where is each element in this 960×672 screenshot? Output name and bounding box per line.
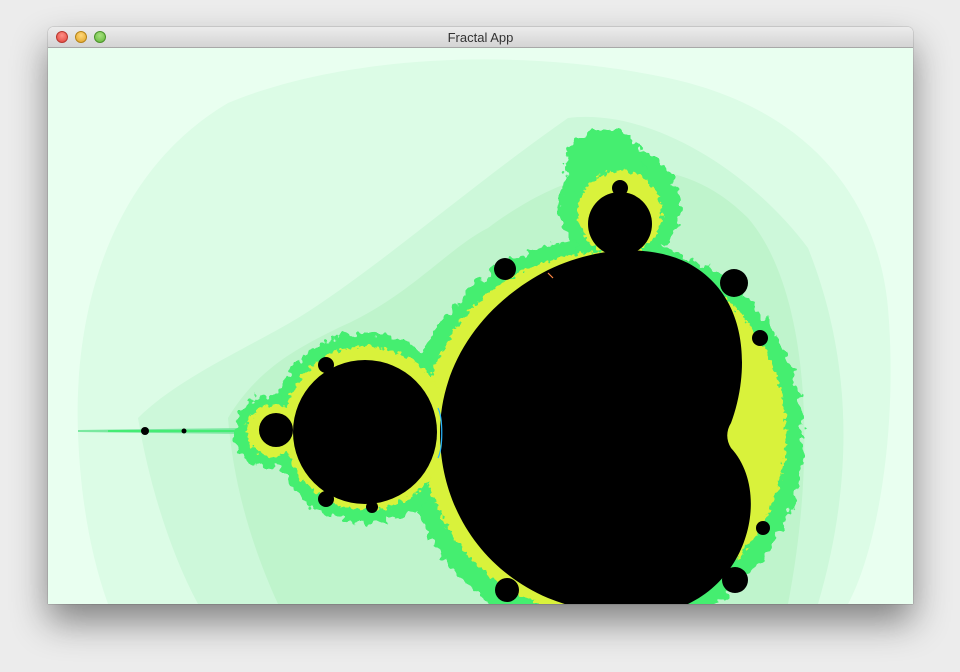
bulb-small-6 <box>318 357 334 373</box>
bulb-small-11 <box>141 427 149 435</box>
bulb-small-12 <box>181 428 187 434</box>
bulb-small-5 <box>722 567 748 593</box>
bulb-small-8 <box>366 501 378 513</box>
bulb-small-2 <box>720 269 748 297</box>
bulb-small-10 <box>756 521 770 535</box>
period2-bulb <box>293 360 437 504</box>
window-title: Fractal App <box>447 30 514 45</box>
left-bulb <box>259 413 293 447</box>
title-bar[interactable]: Fractal App <box>48 27 913 48</box>
bulb-small-3 <box>494 258 516 280</box>
bulb-small-4 <box>495 578 519 602</box>
fractal-canvas[interactable] <box>48 48 913 604</box>
top-bulb <box>588 192 652 256</box>
bulb-small-7 <box>318 491 334 507</box>
app-window: Fractal App <box>48 27 913 604</box>
bulb-small-9 <box>752 330 768 346</box>
bulb-small-1 <box>612 180 628 196</box>
